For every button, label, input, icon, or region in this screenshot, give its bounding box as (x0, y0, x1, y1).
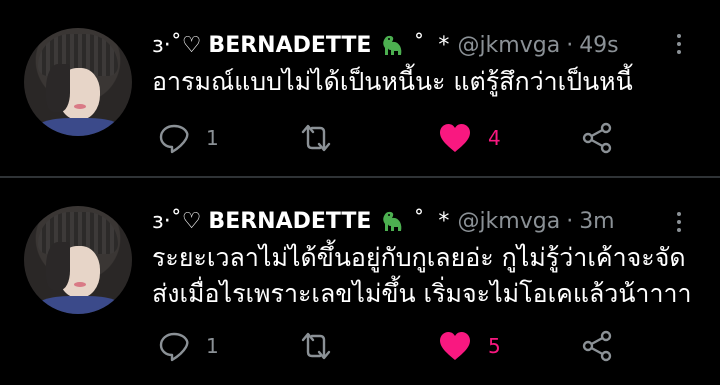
tweet-text-line: ระยะเวลาไม่ได้ขึ้นอยู่กับกูเลยอ่ะ กูไม่ร… (152, 243, 686, 272)
like-count: 4 (488, 126, 501, 150)
share-button[interactable] (582, 326, 614, 366)
timestamp[interactable]: 3m (579, 209, 614, 234)
username-handle[interactable]: @jkmvga (457, 209, 560, 234)
share-icon (582, 122, 612, 154)
retweet-button[interactable] (298, 326, 334, 366)
heart-icon (440, 332, 470, 360)
reply-count: 1 (206, 126, 219, 150)
retweet-icon (301, 124, 331, 152)
avatar[interactable] (24, 28, 132, 136)
tweet-header: ɜ·˚♡ BERNADETTE ˚ ‍ * @jkmvga · 3m (152, 206, 615, 236)
more-options-icon[interactable] (672, 30, 686, 60)
reply-button[interactable]: 1 (158, 118, 219, 158)
display-name-suffix: ˚ ‍ * (413, 32, 450, 58)
retweet-icon (301, 332, 331, 360)
tweet[interactable]: ɜ·˚♡ BERNADETTE ˚ ‍ * @jkmvga · 49s อารม… (0, 0, 720, 176)
tweet-text-line: ส่งเมื่อไรเพราะเลขไม่ขึ้น เริ่มจะไม่โอเค… (152, 279, 692, 308)
avatar[interactable] (24, 206, 132, 314)
retweet-button[interactable] (298, 118, 334, 158)
share-icon (582, 330, 612, 362)
tweet-header: ɜ·˚♡ BERNADETTE ˚ ‍ * @jkmvga · 49s (152, 30, 619, 60)
timestamp[interactable]: 49s (579, 33, 618, 58)
share-button[interactable] (582, 118, 614, 158)
separator-dot: · (566, 208, 574, 234)
tweet-text: อารมณ์แบบไม่ได้เป็นหนี้นะ แต่รู้สึกว่าเป… (152, 64, 633, 100)
tweet-text-line: อารมณ์แบบไม่ได้เป็นหนี้นะ แต่รู้สึกว่าเป… (152, 67, 633, 96)
tweet-actions: 1 4 (152, 118, 632, 158)
like-button[interactable]: 4 (438, 118, 501, 158)
like-button[interactable]: 5 (438, 326, 501, 366)
reply-icon (159, 124, 189, 154)
like-count: 5 (488, 334, 501, 358)
username-handle[interactable]: @jkmvga (457, 33, 560, 58)
tweet-text: ระยะเวลาไม่ได้ขึ้นอยู่กับกูเลยอ่ะ กูไม่ร… (152, 240, 692, 312)
dinosaur-emoji-icon (383, 35, 402, 55)
heart-icon (440, 124, 470, 152)
tweet[interactable]: ɜ·˚♡ BERNADETTE ˚ ‍ * @jkmvga · 3m ระยะเ… (0, 178, 720, 385)
display-name[interactable]: ɜ·˚♡ BERNADETTE (152, 209, 371, 234)
reply-button[interactable]: 1 (158, 326, 219, 366)
separator-dot: · (566, 32, 574, 58)
reply-icon (159, 332, 189, 362)
display-name-suffix: ˚ ‍ * (413, 208, 450, 234)
reply-count: 1 (206, 334, 219, 358)
tweet-actions: 1 5 (152, 326, 632, 366)
more-options-icon[interactable] (672, 208, 686, 238)
dinosaur-emoji-icon (383, 211, 402, 231)
display-name[interactable]: ɜ·˚♡ BERNADETTE (152, 33, 371, 58)
